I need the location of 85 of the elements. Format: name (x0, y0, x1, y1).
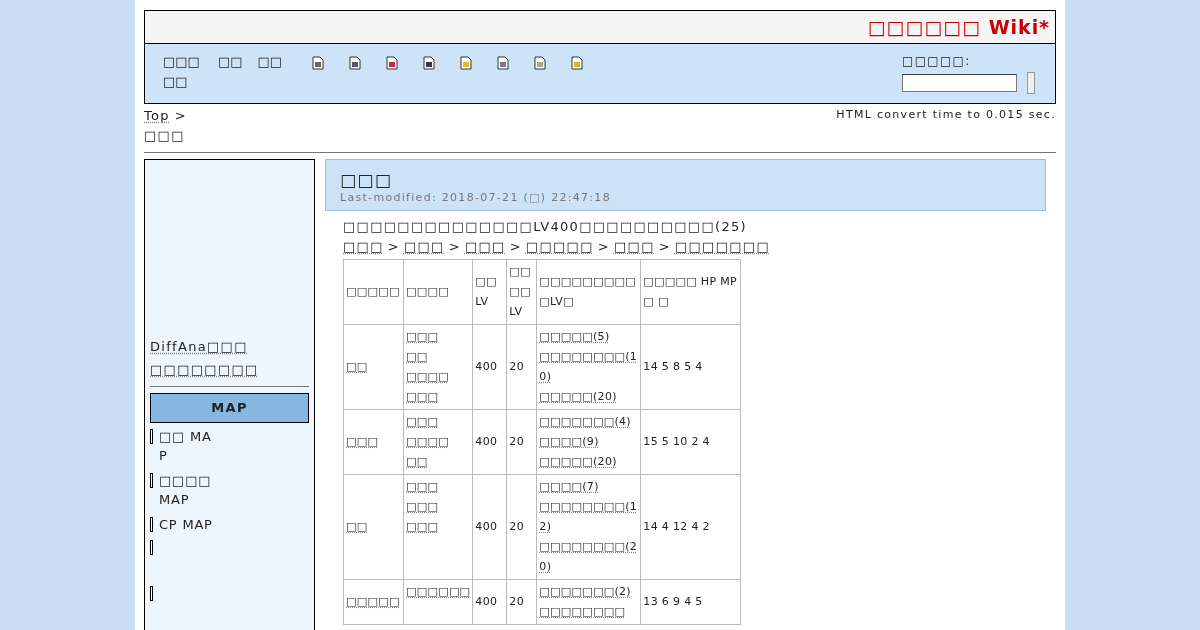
document-icon[interactable] (534, 56, 547, 70)
item-link[interactable]: □□□ (406, 477, 439, 497)
column-header: □□□□□ (346, 284, 401, 300)
map-link[interactable]: CP MAP (159, 515, 213, 534)
name-link[interactable]: □□ (346, 520, 368, 533)
path-link[interactable]: □□□ (614, 237, 655, 257)
name-link[interactable]: □□□ (346, 435, 379, 448)
item-link[interactable]: □□□□ (406, 367, 449, 387)
document-icon[interactable] (312, 56, 325, 70)
table-cell: 400 (475, 520, 498, 533)
list-marker-icon (150, 429, 153, 444)
skill-link[interactable]: □□□□□□□□(20) (539, 537, 639, 577)
sidebar-link[interactable]: DiffAna□□□ (150, 335, 309, 358)
list-marker-icon (150, 586, 153, 601)
skill-link[interactable]: □□□□□(20) (539, 452, 639, 472)
document-icon[interactable] (386, 56, 399, 70)
table-cell: 13 6 9 4 5 (643, 595, 703, 608)
sidebar-link[interactable]: □□□□□□□□ (150, 358, 309, 381)
list-marker-icon (150, 473, 153, 488)
item-link[interactable]: □□□ (406, 387, 439, 407)
name-link[interactable]: □□ (346, 360, 368, 373)
table-cell: 400 (475, 435, 498, 448)
document-icon[interactable] (497, 56, 510, 70)
breadcrumb-separator: > (174, 107, 188, 125)
path-link[interactable]: □□□□□ (525, 237, 594, 257)
path-separator: > (597, 238, 610, 256)
column-header: □□□□ (406, 284, 450, 300)
page-title: □□□ (340, 170, 394, 190)
nav-link[interactable]: □□ (218, 52, 243, 92)
table-cell: 15 5 10 2 4 (643, 435, 710, 448)
column-header: □□□□LV (509, 264, 532, 320)
column-header: □□□□□□□□□□LV□ (539, 274, 637, 310)
table-cell: 20 (509, 595, 524, 608)
breadcrumb-current: □□□ (144, 127, 186, 145)
item-link[interactable]: □□□ (406, 412, 439, 432)
search-field[interactable] (902, 74, 1017, 92)
path-link[interactable]: □□□ (464, 237, 506, 257)
map-link[interactable]: □□ MAP (159, 427, 213, 465)
path-separator: > (448, 238, 461, 256)
menu-header: MAP (150, 393, 309, 423)
last-modified: Last-modified: 2018-07-21 (□) 22:47:18 (340, 190, 612, 206)
item-link[interactable]: □□ (406, 347, 428, 367)
column-header: □□□□□ HP MP □ □ (643, 274, 738, 310)
search-label: □□□□□: (902, 53, 972, 70)
skill-link[interactable]: □□□□□□□□(12) (539, 497, 639, 537)
skill-link[interactable]: □□□□(7) (539, 477, 639, 497)
table-cell: 400 (475, 360, 498, 373)
skill-link[interactable]: □□□□□(20) (539, 387, 639, 407)
table-cell: 20 (509, 520, 524, 533)
skill-link[interactable]: □□□□□□□□ (539, 602, 639, 622)
path-separator: > (509, 238, 522, 256)
breadcrumb-link[interactable]: Top (144, 106, 170, 126)
item-link[interactable]: □□ (406, 452, 428, 472)
convert-time: HTML convert time to 0.015 sec. (836, 107, 1056, 123)
path-separator: > (658, 238, 671, 256)
skill-link[interactable]: □□□□□□□□(10) (539, 347, 639, 387)
intro-text: □□□□□□□□□□□□□□LV400□□□□□□□□□□(25) (343, 218, 748, 236)
table-cell: 20 (509, 360, 524, 373)
item-link[interactable]: □□□ (406, 327, 439, 347)
table-cell: 20 (509, 435, 524, 448)
nav-link[interactable]: □□ (257, 52, 283, 92)
column-header: □□ LV (475, 274, 498, 310)
site-title[interactable]: □□□□□□ Wiki* (867, 12, 1050, 42)
nav-link[interactable]: □□□□□ (163, 52, 203, 92)
map-link[interactable]: □□□□ MAP (159, 471, 213, 509)
path-link[interactable]: □□□□□□□ (674, 237, 771, 257)
item-link[interactable]: □□□□ (406, 432, 449, 452)
skill-link[interactable]: □□□□□□□(4) (539, 412, 639, 432)
skill-link[interactable]: □□□□□(5) (539, 327, 639, 347)
skill-link[interactable]: □□□□(9) (539, 432, 639, 452)
skill-link[interactable]: □□□□□□□(2) (539, 582, 639, 602)
list-marker-icon (150, 540, 153, 555)
path-link[interactable]: □□□ (343, 237, 384, 257)
document-icon[interactable] (571, 56, 584, 70)
item-link[interactable]: □□□ (406, 497, 439, 517)
item-link[interactable]: □□□ (406, 517, 439, 537)
list-marker-icon (150, 517, 153, 532)
table-cell: 14 4 12 4 2 (643, 520, 710, 533)
document-icon[interactable] (423, 56, 436, 70)
document-icon[interactable] (460, 56, 473, 70)
path-link[interactable]: □□□ (403, 237, 445, 257)
table-cell: 400 (475, 595, 498, 608)
path-separator: > (387, 238, 400, 256)
document-icon[interactable] (349, 56, 362, 70)
table-cell: 14 5 8 5 4 (643, 360, 703, 373)
